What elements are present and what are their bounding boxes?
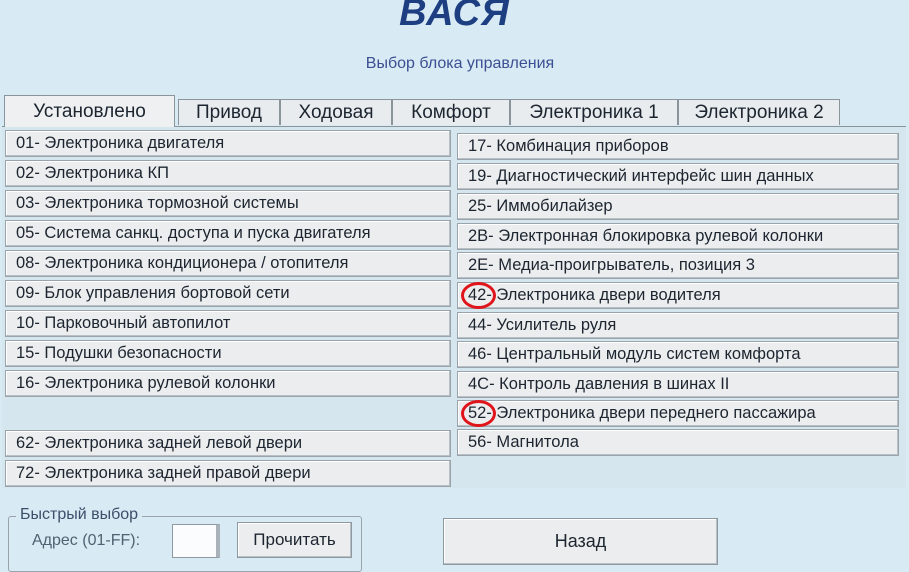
tab-electronics-1[interactable]: Электроника 1	[510, 99, 678, 125]
app-title: ВАСЯ	[399, 0, 510, 34]
module-item-2b[interactable]: 2B- Электронная блокировка рулевой колон…	[457, 223, 899, 250]
module-item-52[interactable]: 52- Электроника двери переднего пассажир…	[457, 400, 899, 427]
tab-comfort[interactable]: Комфорт	[392, 99, 510, 125]
tab-electronics-2[interactable]: Электроника 2	[678, 99, 840, 125]
module-item-08[interactable]: 08- Электроника кондиционера / отопителя	[5, 250, 451, 277]
module-item-16[interactable]: 16- Электроника рулевой колонки	[5, 370, 451, 397]
module-item-42[interactable]: 42- Электроника двери водителя	[457, 282, 899, 309]
module-item-56[interactable]: 56- Магнитола	[457, 429, 899, 456]
module-item-2e[interactable]: 2E- Медиа-проигрыватель, позиция 3	[457, 252, 899, 279]
module-item-44[interactable]: 44- Усилитель руля	[457, 312, 899, 339]
address-label: Адрес (01-FF):	[32, 532, 141, 549]
module-item-05[interactable]: 05- Система санкц. доступа и пуска двига…	[5, 220, 451, 247]
read-button[interactable]: Прочитать	[237, 522, 352, 558]
module-item-03[interactable]: 03- Электроника тормозной системы	[5, 190, 451, 217]
module-item-62[interactable]: 62- Электроника задней левой двери	[5, 430, 451, 457]
quick-select-legend: Быстрый выбор	[16, 506, 143, 524]
address-input[interactable]	[172, 524, 220, 558]
module-item-label: 52- Электроника двери переднего пассажир…	[468, 404, 816, 422]
page-subtitle: Выбор блока управления	[365, 55, 555, 72]
highlight-circle	[461, 400, 496, 427]
highlight-circle	[461, 282, 496, 309]
tab-chassis[interactable]: Ходовая	[280, 99, 392, 125]
module-item-25[interactable]: 25- Иммобилайзер	[457, 193, 899, 220]
back-button[interactable]: Назад	[443, 518, 718, 565]
module-item-02[interactable]: 02- Электроника КП	[5, 160, 451, 187]
tab-installed[interactable]: Установлено	[4, 95, 175, 127]
module-item-label: 42- Электроника двери водителя	[468, 286, 721, 304]
module-item-4c[interactable]: 4C- Контроль давления в шинах II	[457, 371, 899, 398]
module-item-15[interactable]: 15- Подушки безопасности	[5, 340, 451, 367]
module-item-09[interactable]: 09- Блок управления бортовой сети	[5, 280, 451, 307]
module-item-72[interactable]: 72- Электроника задней правой двери	[5, 460, 451, 487]
module-item-17[interactable]: 17- Комбинация приборов	[457, 133, 899, 160]
module-item-10[interactable]: 10- Парковочный автопилот	[5, 310, 451, 337]
module-item-01[interactable]: 01- Электроника двигателя	[5, 130, 451, 157]
tab-drive[interactable]: Привод	[178, 99, 280, 125]
module-item-46[interactable]: 46- Центральный модуль систем комфорта	[457, 341, 899, 368]
module-item-19[interactable]: 19- Диагностический интерфейс шин данных	[457, 163, 899, 190]
